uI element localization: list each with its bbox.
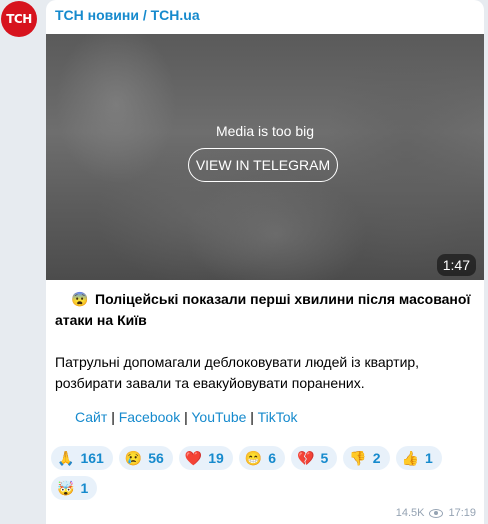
link-separator: | — [111, 409, 115, 425]
reaction-cry[interactable]: 😢 56 — [118, 446, 173, 470]
link-separator: | — [250, 409, 254, 425]
crying-face-icon: 😢 — [124, 449, 143, 466]
link-tiktok[interactable]: TikTok — [258, 409, 298, 425]
reaction-count: 5 — [320, 450, 329, 466]
eye-icon — [429, 508, 444, 518]
reaction-grin[interactable]: 😁 6 — [238, 446, 286, 470]
link-facebook[interactable]: Facebook — [119, 409, 180, 425]
reaction-count: 1 — [80, 480, 89, 496]
exploding-head-icon: 🤯 — [57, 479, 75, 496]
folded-hands-icon: 🙏 — [57, 449, 75, 466]
thumbs-up-icon: 👍 — [401, 449, 419, 466]
reaction-pray[interactable]: 🙏 161 — [51, 446, 113, 470]
video-preview[interactable]: Media is too big VIEW IN TELEGRAM 1:47 — [46, 34, 484, 280]
post-text: 😨 Поліцейські показали перші хвилини післ… — [55, 289, 475, 428]
media-too-big-message: Media is too big — [215, 123, 315, 139]
grinning-face-icon: 😁 — [244, 449, 263, 466]
reaction-thumbs-down[interactable]: 👎 2 — [343, 446, 390, 470]
message-meta: 14.5K 17:19 — [396, 507, 476, 519]
reaction-count: 161 — [80, 450, 104, 466]
thumbs-down-icon: 👎 — [349, 449, 367, 466]
reaction-heart[interactable]: ❤️ 19 — [178, 446, 233, 470]
link-youtube[interactable]: YouTube — [191, 409, 246, 425]
link-site[interactable]: Сайт — [75, 409, 107, 425]
reaction-mind-blown[interactable]: 🤯 1 — [51, 476, 98, 500]
reaction-count: 19 — [208, 450, 224, 466]
reaction-count: 2 — [372, 450, 381, 466]
reaction-count: 1 — [424, 450, 433, 466]
channel-avatar[interactable]: ТСН — [1, 1, 37, 37]
reaction-thumbs-up[interactable]: 👍 1 — [395, 446, 442, 470]
reaction-count: 56 — [148, 450, 164, 466]
channel-name[interactable]: ТСН новини / TCH.ua — [55, 7, 200, 23]
fearful-face-icon: 😨 — [71, 291, 89, 307]
post-headline-text: Поліцейські показали перші хвилини після… — [55, 291, 471, 328]
view-in-telegram-button[interactable]: VIEW IN TELEGRAM — [188, 148, 338, 182]
reactions-bar: 🙏 161 😢 56 ❤️ 19 😁 6 💔 5 👎 2 👍 1 🤯 1 — [51, 446, 471, 500]
video-duration: 1:47 — [436, 254, 476, 276]
reaction-count: 6 — [268, 450, 277, 466]
message-time: 17:19 — [448, 507, 476, 519]
post-headline: 😨 Поліцейські показали перші хвилини післ… — [55, 289, 475, 331]
message-bubble: ТСН новини / TCH.ua Media is too big VIE… — [46, 0, 484, 524]
reaction-broken-heart[interactable]: 💔 5 — [291, 446, 338, 470]
post-body: Патрульні допомагали деблоковувати людей… — [55, 354, 420, 391]
view-count: 14.5K — [395, 507, 425, 519]
post-links: Сайт | Facebook | YouTube | TikTok — [55, 407, 475, 428]
link-separator: | — [184, 409, 188, 425]
heart-icon: ❤️ — [184, 449, 203, 466]
broken-heart-icon: 💔 — [297, 449, 315, 466]
